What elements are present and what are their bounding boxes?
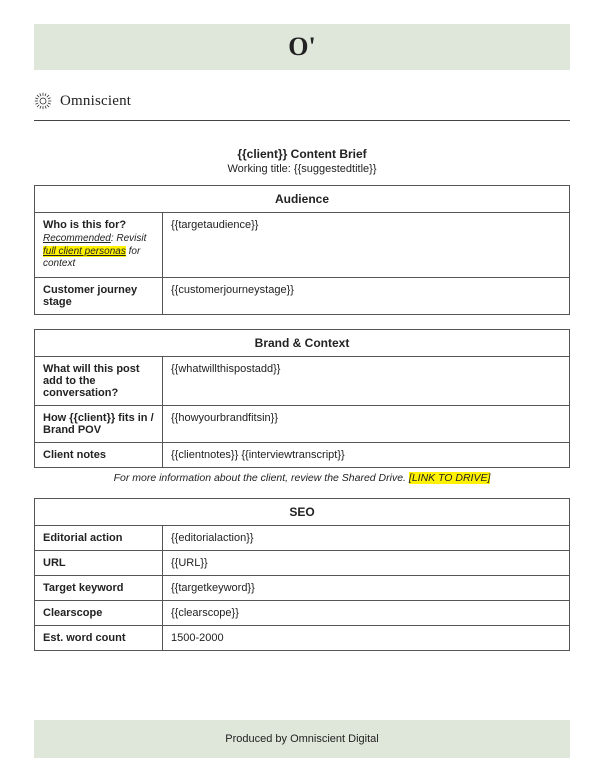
keyword-label: Target keyword <box>35 575 163 600</box>
who-label-cell: Who is this for? Recommended: Revisit fu… <box>35 213 163 278</box>
wc-value: 1500-2000 <box>163 625 570 650</box>
brand-row: Omniscient <box>34 92 570 121</box>
doc-title: {{client}} Content Brief <box>34 147 570 161</box>
brandctx-header: Brand & Context <box>35 329 570 356</box>
clearscope-value: {{clearscope}} <box>163 600 570 625</box>
url-value: {{URL}} <box>163 550 570 575</box>
who-sub-prefix: Recommended <box>43 233 111 244</box>
brandctx-table: Brand & Context What will this post add … <box>34 329 570 468</box>
clearscope-label: Clearscope <box>35 600 163 625</box>
working-title: Working title: {{suggestedtitle}} <box>34 163 570 175</box>
who-label: Who is this for? <box>43 219 154 231</box>
title-block: {{client}} Content Brief Working title: … <box>34 147 570 175</box>
fit-value: {{howyourbrandfitsin}} <box>163 405 570 442</box>
working-title-prefix: Working title: <box>227 163 293 175</box>
brand-name: Omniscient <box>60 93 131 110</box>
footnote-link[interactable]: [LINK TO DRIVE] <box>409 472 491 484</box>
footnote-text: For more information about the client, r… <box>114 472 409 484</box>
footer-banner: Produced by Omniscient Digital <box>34 720 570 758</box>
logo-glyph: O' <box>288 32 315 62</box>
footer-text: Produced by Omniscient Digital <box>225 733 378 745</box>
action-label: Editorial action <box>35 525 163 550</box>
seo-header: SEO <box>35 498 570 525</box>
action-value: {{editorialaction}} <box>163 525 570 550</box>
add-value: {{whatwillthispostadd}} <box>163 356 570 405</box>
working-title-value: {{suggestedtitle}} <box>294 163 377 175</box>
audience-header: Audience <box>35 186 570 213</box>
journey-label: Customer journey stage <box>35 277 163 314</box>
add-label: What will this post add to the conversat… <box>35 356 163 405</box>
notes-label: Client notes <box>35 442 163 467</box>
sunburst-icon <box>34 92 52 110</box>
who-sublabel: Recommended: Revisit full client persona… <box>43 233 154 271</box>
journey-value: {{customerjourneystage}} <box>163 277 570 314</box>
brandctx-footnote: For more information about the client, r… <box>34 472 570 484</box>
url-label: URL <box>35 550 163 575</box>
keyword-value: {{targetkeyword}} <box>163 575 570 600</box>
header-banner: O' <box>34 24 570 70</box>
seo-table: SEO Editorial action {{editorialaction}}… <box>34 498 570 651</box>
fit-label: How {{client}} fits in / Brand POV <box>35 405 163 442</box>
who-value: {{targetaudience}} <box>163 213 570 278</box>
who-sub-mid: : Revisit <box>111 233 147 244</box>
audience-table: Audience Who is this for? Recommended: R… <box>34 185 570 315</box>
who-sub-highlight: full client personas <box>43 246 126 257</box>
notes-value: {{clientnotes}} {{interviewtranscript}} <box>163 442 570 467</box>
wc-label: Est. word count <box>35 625 163 650</box>
